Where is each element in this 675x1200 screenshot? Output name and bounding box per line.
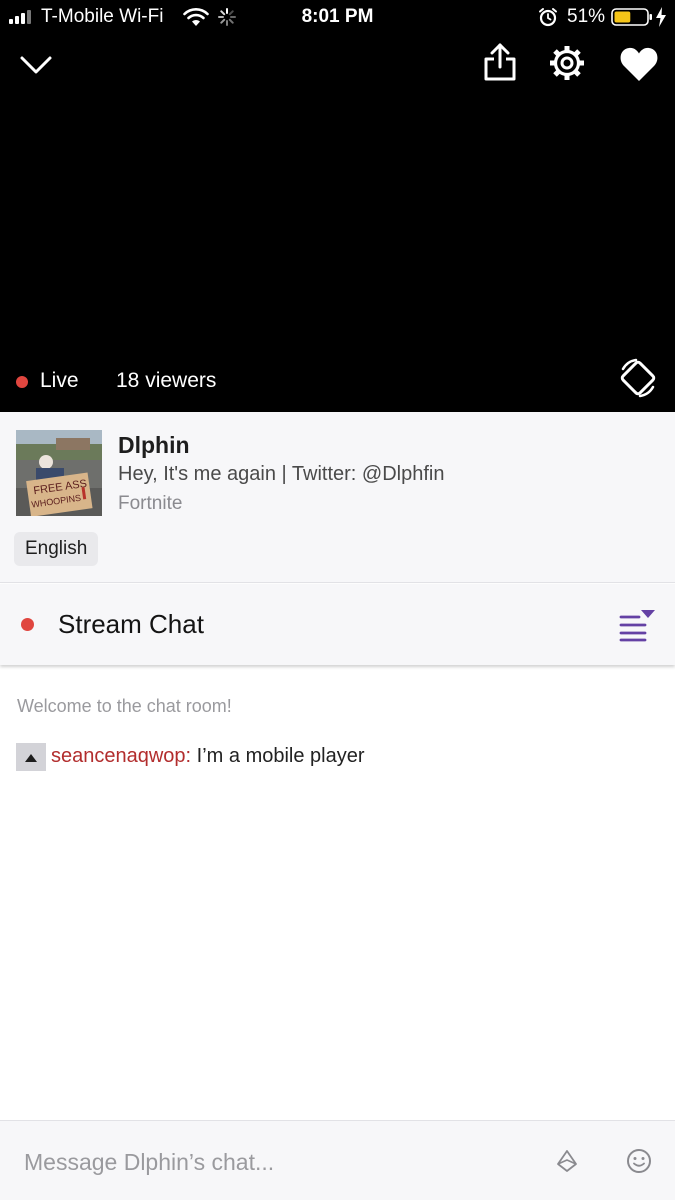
stream-info-panel: FREE ASS WHOOPINS Dlphin Hey, It's me ag… bbox=[0, 412, 675, 583]
bits-icon[interactable] bbox=[555, 1149, 579, 1173]
share-icon[interactable] bbox=[481, 42, 519, 82]
gear-icon[interactable] bbox=[548, 44, 586, 82]
viewer-count: 18 viewers bbox=[116, 369, 217, 392]
game-name[interactable]: Fortnite bbox=[118, 493, 182, 515]
chat-message-text: I’m a mobile player bbox=[196, 745, 365, 767]
stream-title: Hey, It's me again | Twitter: @Dlphfin bbox=[118, 463, 445, 485]
live-indicator-dot bbox=[16, 376, 28, 388]
heart-icon[interactable] bbox=[619, 46, 659, 82]
status-bar: T-Mobile Wi-Fi 8:01 PM 51% bbox=[0, 0, 675, 36]
language-tag[interactable]: English bbox=[14, 532, 99, 566]
chat-header: Stream Chat bbox=[0, 584, 675, 665]
video-player[interactable]: T-Mobile Wi-Fi 8:01 PM 51% Live 18 viewe… bbox=[0, 0, 675, 412]
chat-title: Stream Chat bbox=[58, 609, 204, 639]
chevron-down-icon[interactable] bbox=[18, 48, 54, 82]
chat-message[interactable]: seancenaqwop: I’m a mobile player bbox=[16, 743, 656, 773]
chat-filter-icon[interactable] bbox=[619, 608, 657, 642]
chat-messages[interactable]: Welcome to the chat room! seancenaqwop: … bbox=[0, 665, 675, 1120]
triangle-badge-icon bbox=[16, 743, 46, 771]
channel-name[interactable]: Dlphin bbox=[118, 432, 190, 459]
alarm-icon bbox=[539, 8, 557, 27]
chat-message-input[interactable] bbox=[24, 1147, 524, 1177]
charging-bolt-icon bbox=[656, 7, 666, 27]
battery-icon bbox=[611, 8, 652, 26]
live-label: Live bbox=[40, 369, 79, 392]
chat-live-dot bbox=[21, 618, 34, 631]
channel-avatar[interactable]: FREE ASS WHOOPINS bbox=[16, 430, 102, 516]
emote-icon[interactable] bbox=[626, 1148, 652, 1174]
chat-composer bbox=[0, 1120, 675, 1200]
rotate-icon[interactable] bbox=[617, 357, 659, 399]
battery-percent: 51% bbox=[567, 6, 606, 27]
chat-username[interactable]: seancenaqwop: bbox=[51, 745, 191, 767]
chat-welcome-message: Welcome to the chat room! bbox=[17, 696, 232, 716]
chat-message-line: seancenaqwop: I’m a mobile player bbox=[51, 745, 365, 768]
